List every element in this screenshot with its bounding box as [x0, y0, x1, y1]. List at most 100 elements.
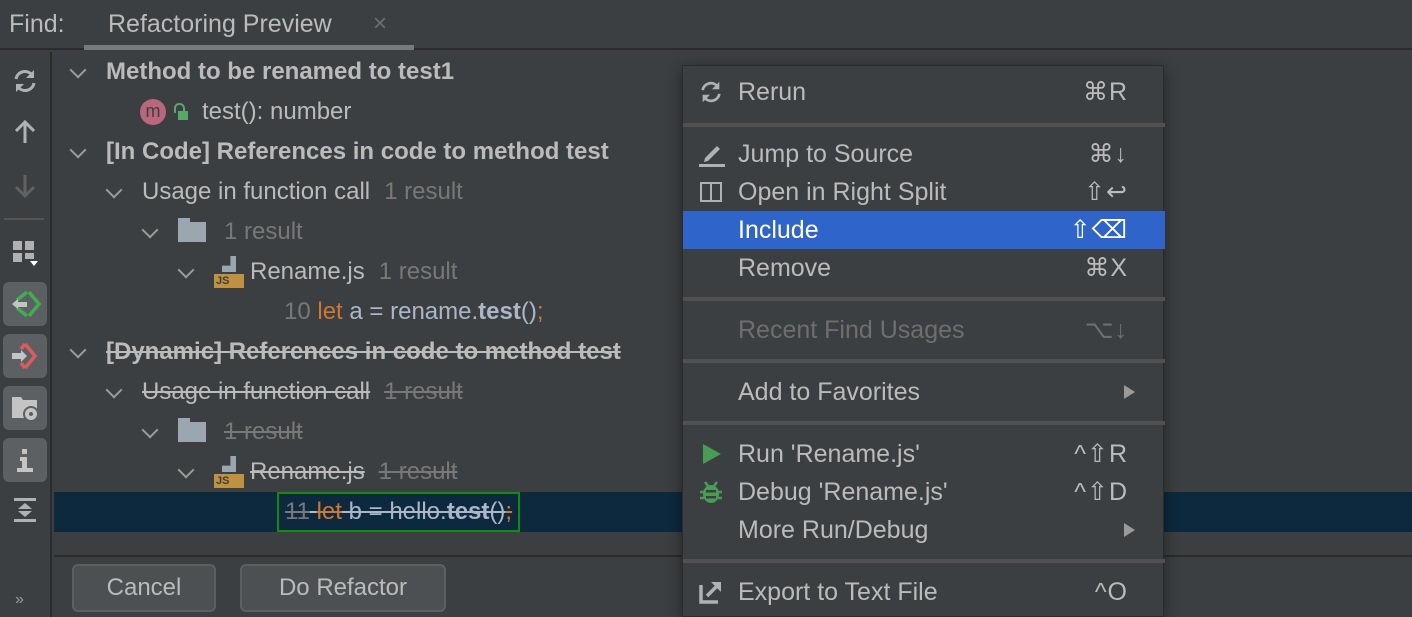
chevron-down-icon[interactable] — [104, 182, 124, 202]
unlock-icon — [174, 103, 188, 121]
menu-item-shortcut: ^⇧D — [1074, 478, 1128, 506]
node-label: [Dynamic] References in code to method t… — [106, 338, 621, 365]
next-occurrence-button[interactable] — [3, 164, 47, 208]
chevron-down-icon[interactable] — [104, 382, 124, 402]
menu-item-run[interactable]: Run 'Rename.js' ^⇧R — [683, 435, 1165, 473]
submenu-arrow-icon — [1124, 523, 1135, 537]
menu-separator — [683, 123, 1165, 127]
menu-item-label: Remove — [738, 253, 832, 282]
line-number: 11 — [285, 498, 310, 525]
file-name: Rename.js — [250, 258, 365, 285]
menu-item-shortcut: ⌘↓ — [1088, 140, 1128, 168]
code-parens: () — [489, 498, 506, 525]
code-keyword: let — [317, 298, 343, 325]
node-label: Usage in function call — [142, 378, 371, 405]
code-text: b = hello. — [341, 498, 447, 525]
menu-item-remove[interactable]: Remove ⌘X — [683, 249, 1165, 287]
include-icon — [12, 290, 41, 318]
menu-item-label: More Run/Debug — [738, 515, 929, 544]
chevron-down-icon[interactable] — [176, 262, 196, 282]
javascript-file-icon: JS — [214, 456, 244, 488]
chevron-down-icon[interactable] — [68, 142, 88, 162]
folder-icon — [178, 218, 206, 242]
result-count: 1 result — [378, 458, 458, 485]
menu-item-label: Run 'Rename.js' — [738, 439, 920, 468]
more-tools-button[interactable]: » — [15, 591, 24, 609]
result-count: 1 result — [224, 418, 303, 445]
rerun-icon — [697, 78, 725, 106]
left-toolbar: » — [0, 52, 52, 617]
pencil-icon — [697, 140, 725, 168]
tab-active-indicator — [84, 45, 414, 50]
include-button[interactable] — [3, 282, 47, 326]
info-button[interactable] — [3, 438, 47, 482]
tab-refactoring-preview[interactable]: Refactoring Preview × — [84, 0, 414, 50]
info-icon — [17, 449, 33, 472]
module-group-button[interactable] — [3, 386, 47, 430]
exclude-button[interactable] — [3, 334, 47, 378]
do-refactor-button[interactable]: Do Refactor — [240, 564, 446, 612]
module-folder-icon — [12, 397, 39, 422]
previous-occurrence-button[interactable] — [3, 110, 47, 154]
code-semicolon: ; — [536, 298, 544, 325]
menu-item-label: Rerun — [738, 77, 807, 106]
menu-item-rerun[interactable]: Rerun ⌘R — [683, 73, 1165, 111]
menu-item-label: Recent Find Usages — [738, 315, 965, 344]
menu-item-include[interactable]: Include ⇧⌫ — [683, 211, 1165, 249]
result-count: 1 result — [378, 258, 458, 285]
chevron-down-icon[interactable] — [140, 422, 160, 442]
chevron-down-icon[interactable] — [140, 222, 160, 242]
result-count: 1 result — [224, 218, 303, 245]
expand-all-button[interactable] — [3, 488, 47, 532]
node-label: Method to be renamed to test1 — [106, 58, 455, 85]
menu-item-open-in-right-split[interactable]: Open in Right Split ⇧↩ — [683, 173, 1165, 211]
toolbar-separator — [4, 218, 44, 220]
node-label: Usage in function call — [142, 178, 371, 205]
menu-item-more-run-debug[interactable]: More Run/Debug — [683, 511, 1165, 549]
menu-item-shortcut: ^⇧R — [1074, 440, 1128, 468]
exclude-icon — [12, 342, 38, 370]
context-menu: Rerun ⌘R Jump to Source ⌘↓ Open in Right… — [682, 65, 1165, 617]
chevron-down-icon[interactable] — [68, 62, 88, 82]
arrow-down-icon — [14, 175, 36, 199]
arrow-up-icon — [14, 119, 36, 143]
menu-separator — [683, 297, 1165, 301]
menu-item-shortcut: ⇧⌫ — [1069, 216, 1128, 244]
menu-separator — [683, 359, 1165, 363]
menu-item-recent-find-usages: Recent Find Usages ⌥↓ — [683, 311, 1165, 349]
split-icon — [697, 178, 725, 206]
cancel-button[interactable]: Cancel — [72, 564, 216, 612]
export-icon — [697, 578, 725, 606]
menu-item-debug[interactable]: Debug 'Rename.js' ^⇧D — [683, 473, 1165, 511]
menu-item-export-to-text-file[interactable]: Export to Text File ^O — [683, 573, 1165, 611]
rerun-button[interactable] — [3, 59, 47, 103]
selected-code-line: 11 let b = hello. test(); — [277, 492, 521, 532]
code-semicolon: ; — [505, 498, 513, 525]
menu-item-shortcut: ⇧↩ — [1084, 178, 1128, 206]
tool-window-header: Find: Refactoring Preview × — [0, 0, 1412, 50]
menu-item-label: Include — [738, 215, 819, 244]
menu-item-label: Add to Favorites — [738, 377, 921, 406]
code-text: a = rename. — [342, 298, 479, 325]
debug-icon — [697, 478, 725, 506]
method-icon: m — [140, 99, 166, 125]
group-by-button[interactable] — [3, 230, 47, 274]
find-label: Find: — [9, 10, 65, 38]
submenu-arrow-icon — [1124, 385, 1135, 399]
tab-label: Refactoring Preview — [108, 10, 332, 38]
node-label: [In Code] References in code to method t… — [106, 138, 609, 165]
file-name: Rename.js — [250, 458, 365, 485]
menu-item-jump-to-source[interactable]: Jump to Source ⌘↓ — [683, 135, 1165, 173]
folder-icon — [178, 418, 206, 442]
menu-item-label: Open in Right Split — [738, 177, 947, 206]
menu-item-add-to-favorites[interactable]: Add to Favorites — [683, 373, 1165, 411]
menu-item-label: Export to Text File — [738, 577, 938, 606]
menu-item-label: Debug 'Rename.js' — [738, 477, 948, 506]
close-icon[interactable]: × — [373, 10, 387, 38]
chevron-down-icon[interactable] — [68, 342, 88, 362]
code-method: test — [446, 498, 490, 525]
run-icon — [697, 440, 725, 468]
chevron-down-icon[interactable] — [176, 462, 196, 482]
menu-item-shortcut: ⌘X — [1084, 254, 1128, 282]
node-label: test(): number — [202, 98, 352, 125]
